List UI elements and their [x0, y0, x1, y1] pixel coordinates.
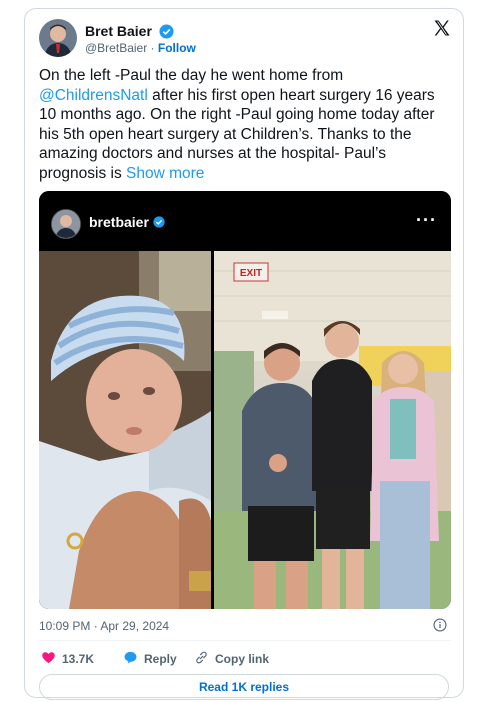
embed-more-options[interactable]: ··· [416, 210, 437, 231]
embed-verified-icon [153, 216, 165, 228]
copy-link-label: Copy link [215, 652, 270, 666]
show-more-link[interactable]: Show more [126, 165, 204, 182]
embedded-post[interactable]: bretbaier ··· EXIT [39, 191, 451, 609]
tweet-text-part1: On the left -Paul the day he went home f… [39, 67, 344, 84]
divider [39, 640, 451, 641]
separator-dot: · [150, 41, 155, 55]
follow-button[interactable]: Follow [158, 41, 196, 55]
author-handle[interactable]: @BretBaier [85, 41, 147, 55]
photo-right-family: EXIT [214, 251, 451, 609]
x-logo-icon[interactable] [433, 19, 451, 43]
embed-username[interactable]: bretbaier [89, 214, 165, 230]
info-icon[interactable] [433, 618, 447, 637]
reply-bubble-icon [123, 650, 138, 668]
tweet-text: On the left -Paul the day he went home f… [39, 66, 455, 183]
verified-badge-icon [159, 24, 174, 42]
like-count: 13.7K [62, 652, 95, 666]
author-handle-row: @BretBaier · Follow [85, 41, 196, 55]
author-display-name[interactable]: Bret Baier [85, 23, 152, 39]
mention-link[interactable]: @ChildrensNatl [39, 87, 148, 104]
reply-button[interactable]: Reply [123, 650, 177, 668]
heart-icon [41, 650, 56, 668]
tweet-timestamp[interactable]: 10:09 PM · Apr 29, 2024 [39, 619, 169, 633]
reply-label: Reply [144, 652, 177, 666]
tweet-card: Bret Baier @BretBaier · Follow On the le… [24, 8, 464, 700]
link-icon [194, 650, 209, 668]
exit-sign-text: EXIT [240, 268, 262, 279]
embed-header: bretbaier ··· [39, 191, 451, 251]
photo-left-baby [39, 251, 211, 609]
avatar[interactable] [39, 19, 77, 57]
embed-username-text: bretbaier [89, 214, 149, 230]
copy-link-button[interactable]: Copy link [194, 650, 269, 668]
embed-avatar[interactable] [51, 209, 81, 239]
like-button[interactable]: 13.7K [41, 650, 94, 668]
read-replies-button[interactable]: Read 1K replies [39, 674, 449, 700]
author-name[interactable]: Bret Baier [85, 23, 174, 42]
